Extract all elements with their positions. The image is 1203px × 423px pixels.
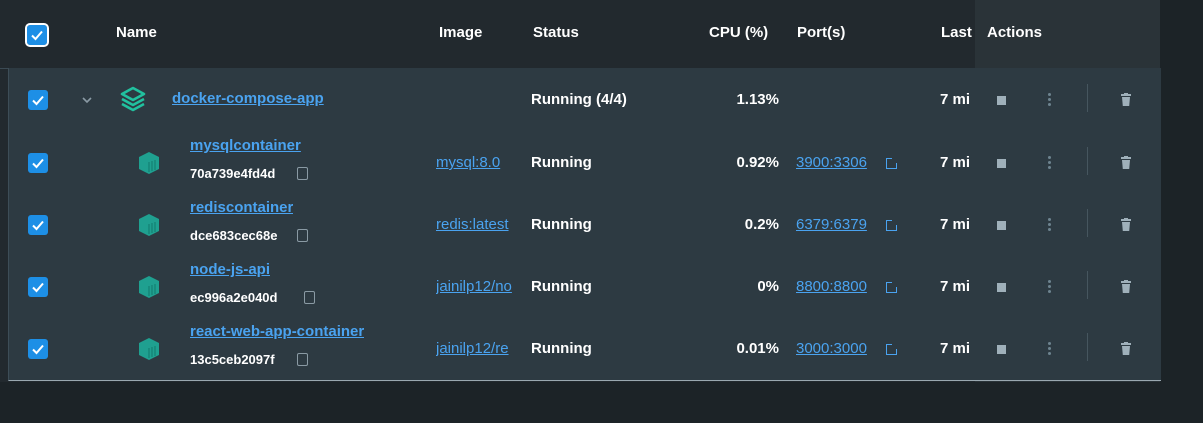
image-link[interactable]: jainilp12/re bbox=[436, 340, 528, 357]
row-checkbox[interactable] bbox=[28, 90, 48, 110]
chevron-down-icon[interactable] bbox=[82, 96, 92, 104]
check-icon bbox=[32, 95, 44, 106]
kebab-icon[interactable] bbox=[1048, 280, 1051, 295]
port-link[interactable]: 6379:6379 bbox=[796, 216, 867, 233]
check-icon bbox=[31, 30, 43, 41]
cpu-value: 0% bbox=[757, 278, 779, 295]
row-checkbox[interactable] bbox=[28, 277, 48, 297]
external-link-icon[interactable] bbox=[886, 344, 897, 355]
copy-icon[interactable] bbox=[304, 291, 315, 304]
row-checkbox[interactable] bbox=[28, 215, 48, 235]
divider bbox=[1087, 209, 1088, 237]
image-link[interactable]: jainilp12/no bbox=[436, 278, 528, 295]
external-link-icon[interactable] bbox=[886, 282, 897, 293]
last-started: 7 mi bbox=[940, 91, 971, 108]
stop-icon[interactable] bbox=[997, 159, 1006, 168]
port-link[interactable]: 8800:8800 bbox=[796, 278, 867, 295]
column-header-status[interactable]: Status bbox=[533, 24, 579, 41]
last-started: 7 mi bbox=[940, 154, 971, 171]
status-text: Running bbox=[531, 154, 592, 171]
container-icon bbox=[139, 338, 159, 360]
select-all-checkbox[interactable] bbox=[25, 23, 49, 47]
stop-icon[interactable] bbox=[997, 96, 1006, 105]
external-link-icon[interactable] bbox=[886, 158, 897, 169]
status-text: Running bbox=[531, 278, 592, 295]
cpu-value: 1.13% bbox=[736, 91, 779, 108]
container-name-link[interactable]: react-web-app-container bbox=[190, 323, 364, 340]
container-icon bbox=[139, 152, 159, 174]
column-header-cpu[interactable]: CPU (%) bbox=[709, 24, 768, 41]
row-checkbox[interactable] bbox=[28, 153, 48, 173]
check-icon bbox=[32, 220, 44, 231]
stop-icon[interactable] bbox=[997, 345, 1006, 354]
compose-app-name[interactable]: docker-compose-app bbox=[172, 90, 324, 107]
stop-icon[interactable] bbox=[997, 221, 1006, 230]
container-name-link[interactable]: node-js-api bbox=[190, 261, 270, 278]
kebab-icon[interactable] bbox=[1048, 156, 1051, 171]
port-link[interactable]: 3900:3306 bbox=[796, 154, 867, 171]
divider bbox=[1087, 271, 1088, 299]
container-row[interactable]: node-js-api ec996a2e040d jainilp12/no Ru… bbox=[9, 254, 1161, 316]
container-row[interactable]: mysqlcontainer 70a739e4fd4d mysql:8.0 Ru… bbox=[9, 130, 1161, 192]
cpu-value: 0.2% bbox=[744, 216, 779, 233]
trash-icon[interactable] bbox=[1121, 342, 1131, 355]
image-link[interactable]: mysql:8.0 bbox=[436, 154, 520, 171]
port-link[interactable]: 3000:3000 bbox=[796, 340, 867, 357]
image-link[interactable]: redis:latest bbox=[436, 216, 528, 233]
copy-icon[interactable] bbox=[297, 167, 308, 180]
trash-icon[interactable] bbox=[1121, 156, 1131, 169]
container-row[interactable]: rediscontainer dce683cec68e redis:latest… bbox=[9, 192, 1161, 254]
divider bbox=[1087, 147, 1088, 175]
row-checkbox[interactable] bbox=[28, 339, 48, 359]
last-started: 7 mi bbox=[940, 278, 971, 295]
trash-icon[interactable] bbox=[1121, 93, 1131, 106]
compose-app-row[interactable]: docker-compose-app Running (4/4) 1.13% 7… bbox=[9, 68, 1161, 130]
column-header-image[interactable]: Image bbox=[439, 24, 482, 41]
stack-icon bbox=[120, 86, 146, 112]
compose-group: docker-compose-app Running (4/4) 1.13% 7… bbox=[8, 68, 1161, 381]
check-icon bbox=[32, 282, 44, 293]
trash-icon[interactable] bbox=[1121, 280, 1131, 293]
trash-icon[interactable] bbox=[1121, 218, 1131, 231]
kebab-icon[interactable] bbox=[1048, 342, 1051, 357]
status-text: Running bbox=[531, 340, 592, 357]
cpu-value: 0.92% bbox=[736, 154, 779, 171]
table-header: Name Image Status CPU (%) Port(s) Last A… bbox=[0, 0, 1160, 69]
cpu-value: 0.01% bbox=[736, 340, 779, 357]
status-text: Running bbox=[531, 216, 592, 233]
container-row[interactable]: react-web-app-container 13c5ceb2097f jai… bbox=[9, 316, 1161, 378]
stop-icon[interactable] bbox=[997, 283, 1006, 292]
check-icon bbox=[32, 158, 44, 169]
container-id: dce683cec68e bbox=[190, 228, 278, 243]
column-header-ports[interactable]: Port(s) bbox=[797, 24, 845, 41]
column-header-actions: Actions bbox=[987, 24, 1043, 41]
container-id: ec996a2e040d bbox=[190, 290, 278, 305]
container-id: 13c5ceb2097f bbox=[190, 352, 275, 367]
container-name-link[interactable]: rediscontainer bbox=[190, 199, 293, 216]
container-icon bbox=[139, 214, 159, 236]
copy-icon[interactable] bbox=[297, 353, 308, 366]
divider bbox=[1087, 333, 1088, 361]
column-header-name[interactable]: Name bbox=[116, 24, 157, 41]
container-icon bbox=[139, 276, 159, 298]
container-id: 70a739e4fd4d bbox=[190, 166, 276, 181]
divider bbox=[1087, 84, 1088, 112]
kebab-icon[interactable] bbox=[1048, 93, 1051, 108]
check-icon bbox=[32, 344, 44, 355]
copy-icon[interactable] bbox=[297, 229, 308, 242]
external-link-icon[interactable] bbox=[886, 220, 897, 231]
last-started: 7 mi bbox=[940, 340, 971, 357]
container-name-link[interactable]: mysqlcontainer bbox=[190, 137, 301, 154]
kebab-icon[interactable] bbox=[1048, 218, 1051, 233]
column-header-last-started[interactable]: Last bbox=[941, 24, 974, 41]
last-started: 7 mi bbox=[940, 216, 971, 233]
status-text: Running (4/4) bbox=[531, 91, 627, 108]
